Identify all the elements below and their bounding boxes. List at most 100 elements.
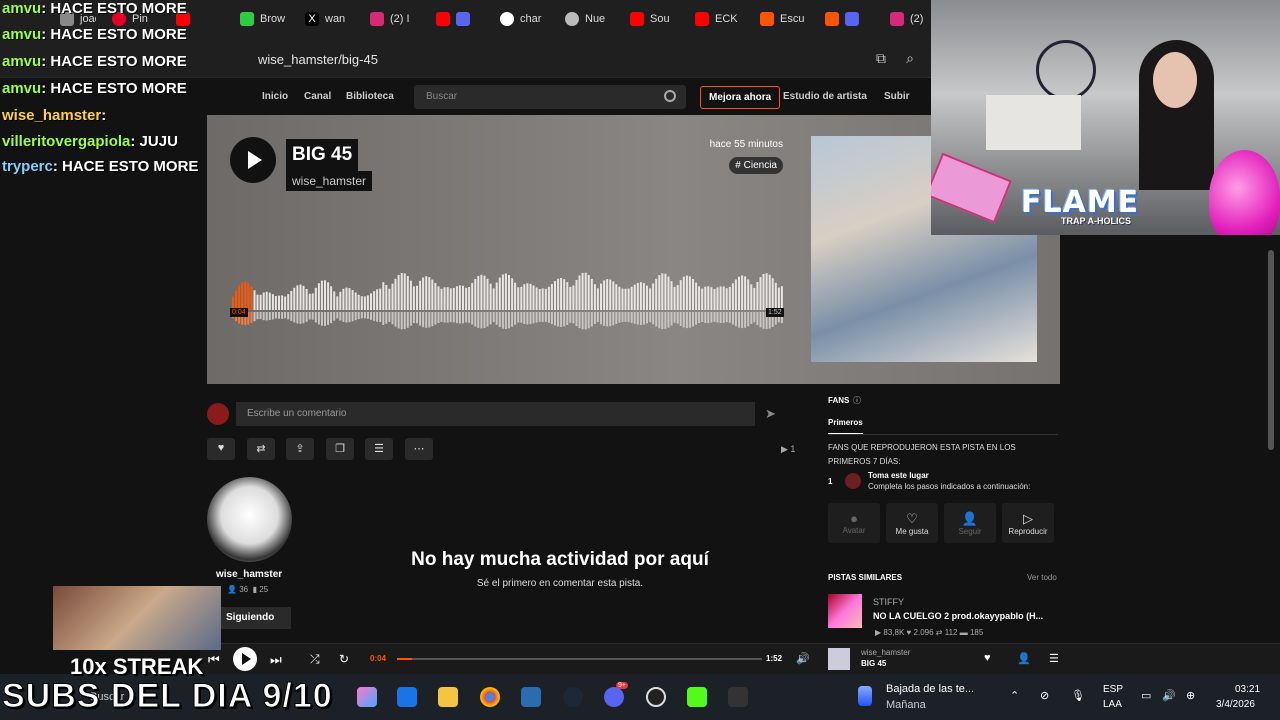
subs-goal-label: SUBS DEL DIA 9/10	[2, 677, 333, 716]
tab-7[interactable]	[436, 8, 482, 30]
previous-icon[interactable]: ⏮	[208, 652, 220, 668]
player-artist[interactable]: wise_hamster	[861, 648, 910, 657]
nav-studio[interactable]: Estudio de artista	[783, 91, 867, 102]
artist-name[interactable]: wise_hamster	[216, 569, 282, 580]
like-button[interactable]: ♥	[207, 438, 235, 460]
steam-icon[interactable]	[563, 687, 583, 707]
language[interactable]: ESP	[1103, 684, 1123, 695]
tab-first-fans[interactable]: Primeros	[828, 418, 863, 435]
repost-button[interactable]: ⇄	[247, 438, 275, 460]
waveform-reflection	[345, 312, 348, 323]
waveform-bar	[308, 293, 311, 310]
genre-tag[interactable]: # Ciencia	[729, 157, 783, 174]
display-icon[interactable]: ▭	[1141, 689, 1151, 702]
followers-count[interactable]: 36	[239, 585, 248, 594]
tab-8[interactable]: char	[500, 8, 544, 30]
copilot-icon[interactable]	[357, 687, 377, 707]
avatar-step-button[interactable]: ● Avatar	[828, 503, 880, 543]
volume-icon[interactable]: 🔊	[796, 652, 810, 665]
follow-step-button[interactable]: 👤 Seguir	[944, 503, 996, 543]
player-cover[interactable]	[828, 648, 850, 670]
waveform-bar	[658, 275, 661, 310]
zoom-icon[interactable]: ⌕	[901, 50, 919, 68]
tab-10[interactable]: Sou	[630, 8, 674, 30]
tray-chevron-icon[interactable]: ⌃	[1010, 689, 1019, 702]
similar-cover[interactable]	[828, 594, 862, 628]
upgrade-button[interactable]: Mejora ahora	[700, 86, 781, 109]
tab-4[interactable]: Brow	[240, 8, 286, 30]
tab-9[interactable]: Nue	[565, 8, 609, 30]
url-text[interactable]: wise_hamster/big-45	[258, 52, 378, 67]
search-input[interactable]: Buscar	[414, 85, 686, 109]
like-step-button[interactable]: ♡ Me gusta	[886, 503, 938, 543]
comment-placeholder: Escribe un comentario	[247, 408, 347, 419]
volume-icon[interactable]: 🔊	[1162, 689, 1176, 702]
shuffle-icon[interactable]: ⤮	[310, 652, 320, 667]
waveform[interactable]	[232, 265, 784, 340]
youtube-icon	[436, 12, 450, 26]
clock-date[interactable]: 3/4/2026	[1216, 699, 1255, 710]
tracks-count[interactable]: 25	[259, 585, 268, 594]
waveform-bar	[587, 274, 590, 310]
follow-icon[interactable]: 👤	[1017, 652, 1031, 665]
page-scrollbar[interactable]	[1268, 250, 1274, 450]
view-all-link[interactable]: Ver todo	[1027, 573, 1057, 582]
chat-text: :	[101, 107, 107, 124]
weather-icon[interactable]	[858, 686, 872, 706]
nav-library[interactable]: Biblioteca	[346, 91, 394, 102]
similar-track[interactable]: NO LA CUELGO 2 prod.okayypablo (H...	[873, 611, 1043, 621]
similar-artist[interactable]: STIFFY	[873, 597, 904, 607]
share-button[interactable]: ⇪	[286, 438, 314, 460]
keyboard-layout[interactable]: LAA	[1103, 699, 1122, 710]
globe-icon[interactable]: ⊕	[1186, 689, 1195, 702]
play-step-button[interactable]: ▷ Reproducir	[1002, 503, 1054, 543]
waveform-bar	[649, 288, 652, 310]
next-icon[interactable]: ⏭	[270, 652, 282, 668]
play-button[interactable]	[230, 137, 276, 183]
discord-icon[interactable]	[604, 687, 624, 707]
repeat-icon[interactable]: ↻	[339, 652, 349, 666]
install-icon[interactable]: ⧉	[872, 50, 890, 68]
tab-6[interactable]: (2) I	[370, 8, 414, 30]
clock-time[interactable]: 03:21	[1235, 684, 1260, 695]
mic-icon[interactable]: 🎙	[1071, 689, 1085, 702]
nav-upload[interactable]: Subir	[884, 91, 910, 102]
tab-13[interactable]	[825, 8, 871, 30]
progress-bar[interactable]	[397, 658, 762, 660]
tab-5[interactable]: Xwan	[305, 8, 349, 30]
weather-title[interactable]: Bajada de las te...	[886, 683, 974, 695]
waveform-reflection	[370, 312, 372, 320]
nav-home[interactable]: Inicio	[262, 91, 288, 102]
nav-feed[interactable]: Canal	[304, 91, 331, 102]
tab-12[interactable]: Escu	[760, 8, 804, 30]
info-icon[interactable]: ⓘ	[853, 395, 861, 406]
outlook-icon[interactable]	[397, 687, 417, 707]
following-button[interactable]: Siguiendo	[221, 607, 291, 629]
heart-icon[interactable]: ♥	[984, 652, 991, 664]
add-to-next-button[interactable]: ☰	[365, 438, 393, 460]
folder-icon[interactable]	[438, 687, 458, 707]
more-button[interactable]: ⋯	[405, 438, 433, 460]
user-avatar[interactable]	[207, 403, 229, 425]
player-play-button[interactable]	[233, 647, 257, 671]
obs-icon[interactable]	[646, 687, 666, 707]
queue-icon[interactable]: ☰	[1049, 652, 1059, 665]
search-icon[interactable]	[664, 90, 676, 102]
epic-games-icon[interactable]	[728, 687, 748, 707]
send-icon[interactable]: ➤	[765, 406, 787, 422]
network-off-icon[interactable]: ⊘	[1040, 689, 1049, 702]
comment-input[interactable]: Escribe un comentario	[236, 402, 755, 426]
chrome-icon[interactable]	[480, 687, 500, 707]
track-artist[interactable]: wise_hamster	[286, 171, 373, 191]
copy-link-button[interactable]: ❐	[326, 438, 354, 460]
kick-icon[interactable]	[687, 687, 707, 707]
tab-11[interactable]: ECK	[695, 8, 739, 30]
store-icon[interactable]	[521, 687, 541, 707]
waveform-reflection	[416, 312, 418, 324]
waveform-reflection	[593, 312, 596, 324]
waveform-reflection	[569, 312, 572, 323]
tab-14[interactable]: (2)	[890, 8, 930, 30]
artist-avatar[interactable]	[207, 477, 292, 562]
waveform-bar	[704, 286, 707, 310]
player-track[interactable]: BIG 45	[861, 659, 886, 668]
